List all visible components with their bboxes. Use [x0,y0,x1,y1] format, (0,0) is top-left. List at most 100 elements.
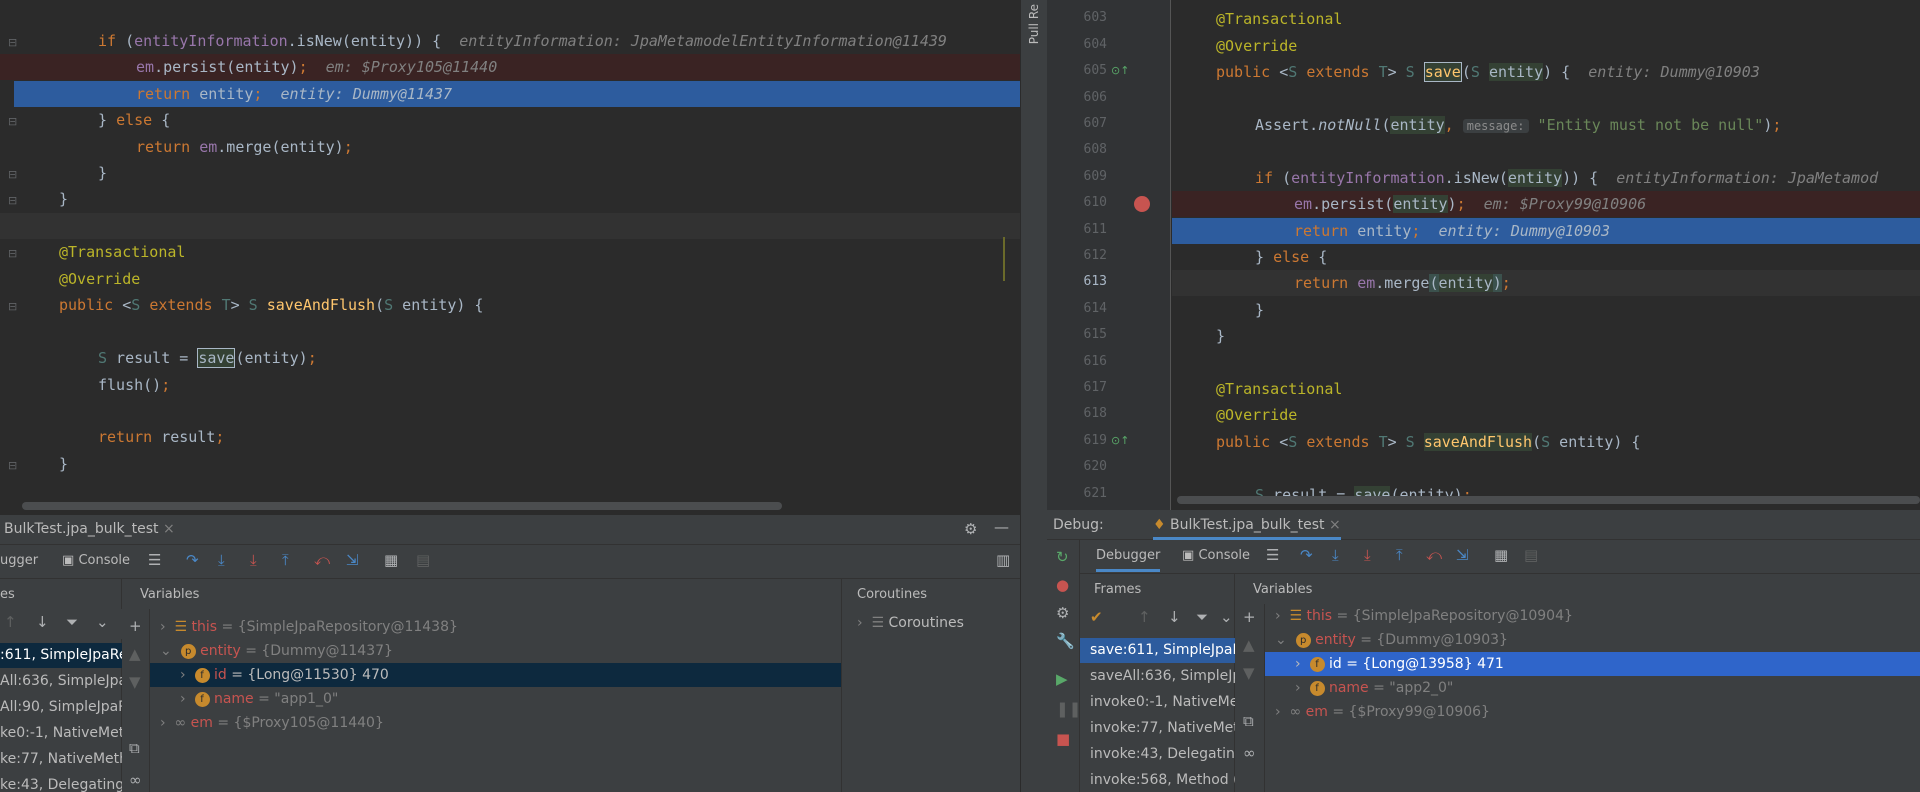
step-over-icon[interactable]: ↷ [1300,546,1313,564]
debug-session-tab[interactable]: BulkTest.jpa_bulk_test × [4,521,175,537]
down-icon[interactable]: ▼ [129,673,141,691]
menu-icon[interactable]: ☰ [148,551,161,569]
tab-debugger[interactable]: ugger [0,553,38,568]
up-icon[interactable]: ▲ [1243,636,1255,654]
add-icon[interactable]: + [1243,608,1256,626]
frame-item[interactable]: saveAll:636, SimpleJpaRe [1080,664,1235,689]
debug-session-tab[interactable]: ♦ BulkTest.jpa_bulk_test × [1153,517,1341,540]
var-this[interactable]: › ☰ this = {SimpleJpaRepository@10904} [1265,604,1920,628]
frame-item[interactable]: invoke:43, DelegatingMe [1080,742,1235,767]
var-this[interactable]: › ☰ this = {SimpleJpaRepository@11438} [150,615,841,639]
add-icon[interactable]: + [129,617,142,635]
var-entity[interactable]: ⌄ p entity = {Dummy@11437} [150,639,841,663]
down-icon[interactable]: ↓ [36,613,49,631]
tab-debugger[interactable]: Debugger [1096,548,1161,572]
frame-item[interactable]: All:636, SimpleJpa [0,669,122,694]
tab-console[interactable]: ▣ Console [62,553,130,568]
code-line: return result; [98,428,225,446]
frame-item[interactable]: save:611, SimpleJpaRepo [1080,638,1235,663]
frame-item[interactable]: All:90, SimpleJpaRe [0,695,122,720]
debug-toolbar: ugger ▣ Console ☰ ↷ ⤓ ⤓ ⤒ ⤺ ⇲ ▦ ▤ ▥ [0,545,1020,579]
run-to-cursor-icon[interactable]: ⇲ [1456,546,1469,564]
frame-item[interactable]: invoke:77, NativeMethod [1080,716,1235,741]
fold-icon[interactable]: ⊟ [8,194,17,207]
layout-icon[interactable]: ▥ [996,551,1010,569]
fold-icon[interactable]: ⊟ [8,300,17,313]
watch-icon[interactable]: ∞ [129,771,142,789]
var-id[interactable]: › f id = {Long@13958} 471 [1265,652,1920,676]
implements-icon[interactable]: ⊙↑ [1111,434,1129,447]
fold-icon[interactable]: ⊟ [8,459,17,472]
gear-icon[interactable]: ⚙ [964,520,977,538]
evaluate-icon[interactable]: ▦ [384,551,398,569]
frame-item[interactable]: invoke:568, Method (jav [1080,768,1235,792]
frame-item[interactable]: :611, SimpleJpaRep [0,643,122,668]
step-into-icon[interactable]: ⤓ [218,551,225,569]
step-over-icon[interactable]: ↷ [186,551,199,569]
frame-item[interactable]: ke:43, DelegatingM [0,773,122,792]
rerun-icon[interactable]: ↻ [1056,548,1069,566]
var-name[interactable]: › f name = "app2_0" [1265,676,1920,700]
step-out-icon[interactable]: ⤒ [1396,546,1403,564]
var-em[interactable]: › ∞ em = {$Proxy99@10906} [1265,700,1920,724]
resume-icon[interactable]: ▶ [1056,670,1068,688]
var-id[interactable]: › f id = {Long@11530} 470 [150,663,841,687]
up-icon[interactable]: ↑ [1138,608,1151,626]
console-icon: ▣ [62,553,75,568]
left-editor-pane: if (entityInformation.isNew(entity)) { e… [0,0,1020,792]
fold-icon[interactable]: ⊟ [8,168,17,181]
down-icon[interactable]: ↓ [1168,608,1181,626]
run-to-cursor-icon[interactable]: ⇲ [346,551,359,569]
stop-icon[interactable]: ■ [1056,730,1070,748]
drop-frame-icon[interactable]: ⤺ [1426,546,1442,564]
frame-item[interactable]: ke0:-1, NativeMeth [0,721,122,746]
horizontal-scrollbar[interactable] [22,502,782,510]
filter-icon[interactable]: ⏷ [66,613,78,631]
up-icon[interactable]: ▲ [129,645,141,663]
check-icon[interactable]: ✔ [1090,608,1103,626]
implements-icon[interactable]: ⊙↑ [1111,64,1129,77]
minimize-icon[interactable]: — [994,518,1009,536]
breakpoint-icon[interactable] [1134,196,1150,212]
line-gutter: 603 604 605 606 607 608 609 610 611 612 … [1047,0,1171,510]
down-icon[interactable]: ▼ [1243,664,1255,682]
line-number: 610 [1083,195,1107,210]
var-em[interactable]: › ∞ em = {$Proxy105@11440} [150,711,841,735]
filter-icon[interactable]: ⏷ [1196,608,1208,626]
tab-console[interactable]: ▣ Console [1182,548,1250,563]
fold-icon[interactable]: ⊟ [8,247,17,260]
trace-icon[interactable]: ▤ [416,551,430,569]
settings-icon[interactable]: ⚙ [1056,604,1069,622]
line-number: 608 [1083,142,1107,157]
dropdown-icon[interactable]: ⌄ [1220,608,1233,626]
force-step-into-icon[interactable]: ⤓ [1364,546,1371,564]
pull-requests-tab[interactable]: Pull Re [1027,4,1041,44]
watch-icon[interactable]: ∞ [1243,744,1256,762]
horizontal-scrollbar[interactable] [1177,496,1920,504]
trace-icon[interactable]: ▤ [1524,546,1538,564]
step-out-icon[interactable]: ⤒ [282,551,289,569]
side-tool-strip: Pull Re [1020,0,1047,792]
var-entity[interactable]: ⌄ p entity = {Dummy@10903} [1265,628,1920,652]
frame-item[interactable]: invoke0:-1, NativeMethod [1080,690,1235,715]
variables-side-toolbar: + ▲ ▼ ⧉ ∞ [122,609,150,792]
force-step-into-icon[interactable]: ⤓ [250,551,257,569]
var-name[interactable]: › f name = "app1_0" [150,687,841,711]
fold-icon[interactable]: ⊟ [8,36,17,49]
step-into-icon[interactable]: ⤓ [1332,546,1339,564]
frame-item[interactable]: ke:77, NativeMetho [0,747,122,772]
pause-icon[interactable]: ❚❚ [1056,700,1081,718]
wrench-icon[interactable]: 🔧 [1056,632,1075,650]
line-number: 620 [1083,459,1107,474]
dropdown-icon[interactable]: ⌄ [96,613,109,631]
coroutines-item[interactable]: › ☰ Coroutines [857,615,964,631]
line-number: 621 [1083,486,1107,501]
menu-icon[interactable]: ☰ [1266,546,1279,564]
rerun-failed-icon[interactable]: ● [1056,576,1069,594]
variables-side-toolbar: + ▲ ▼ ⧉ ∞ [1235,604,1265,792]
fold-icon[interactable]: ⊟ [8,115,17,128]
copy-icon[interactable]: ⧉ [129,739,140,757]
drop-frame-icon[interactable]: ⤺ [314,551,330,569]
evaluate-icon[interactable]: ▦ [1494,546,1508,564]
copy-icon[interactable]: ⧉ [1243,712,1254,730]
